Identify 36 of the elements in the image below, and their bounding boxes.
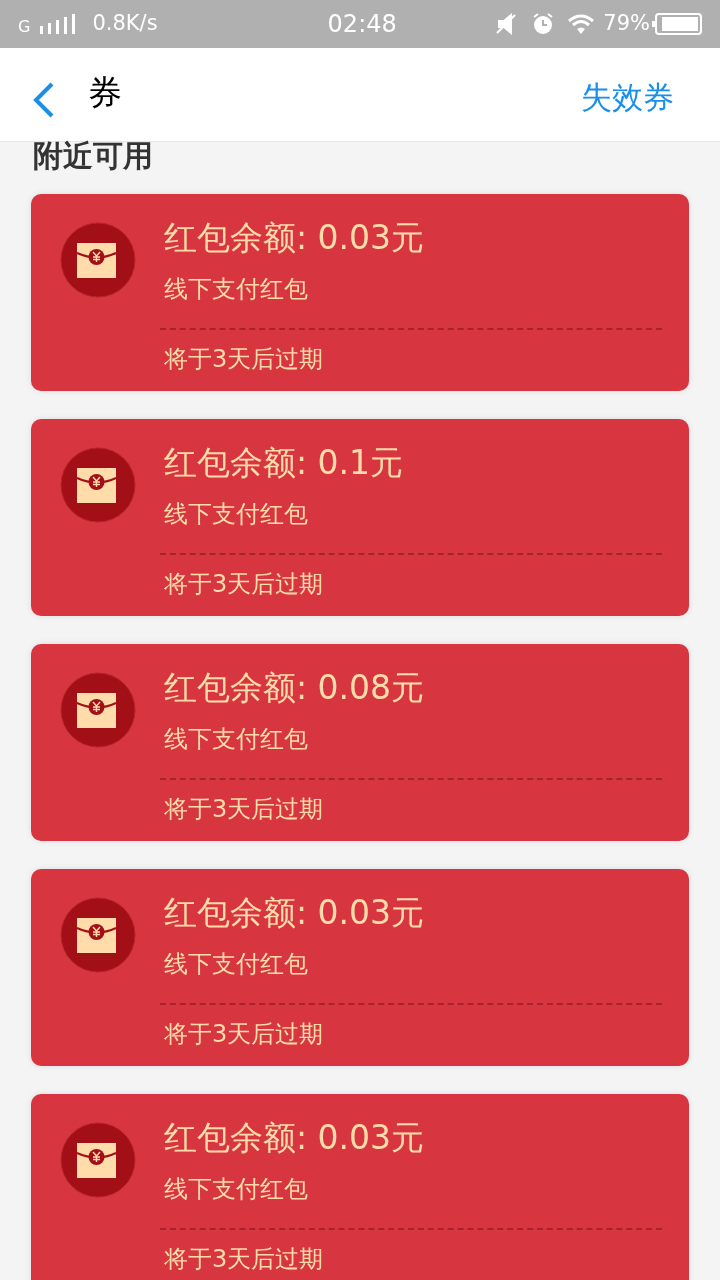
coupon-type: 线下支付红包 (164, 724, 309, 754)
envelope-icon (60, 672, 136, 748)
coupon-type: 线下支付红包 (164, 274, 309, 304)
coupon-amount: 红包余额: 0.08元 (164, 670, 426, 706)
coupon-amount: 红包余额: 0.1元 (164, 445, 405, 481)
coupon-card[interactable]: 红包余额: 0.03元 线下支付红包 将于3天后过期 (31, 194, 689, 391)
section-title: 附近可用 (33, 138, 153, 173)
coupon-card[interactable]: 红包余额: 0.03元 线下支付红包 将于3天后过期 (31, 869, 689, 1066)
coupon-expiry: 将于3天后过期 (164, 1019, 325, 1049)
coupon-expiry: 将于3天后过期 (164, 1244, 325, 1274)
envelope-icon (60, 447, 136, 523)
coupon-card[interactable]: 红包余额: 0.08元 线下支付红包 将于3天后过期 (31, 644, 689, 841)
coupon-amount: 红包余额: 0.03元 (164, 220, 426, 256)
coupon-expiry: 将于3天后过期 (164, 569, 325, 599)
coupon-type: 线下支付红包 (164, 499, 309, 529)
envelope-icon (60, 222, 136, 298)
coupon-card[interactable]: 红包余额: 0.03元 线下支付红包 将于3天后过期 (31, 1094, 689, 1280)
battery-percent: 79% (603, 10, 650, 38)
network-type: G (18, 16, 31, 38)
coupon-card[interactable]: 红包余额: 0.1元 线下支付红包 将于3天后过期 (31, 419, 689, 616)
network-speed: 0.8K/s (92, 10, 158, 38)
wifi-icon (567, 13, 596, 35)
coupon-amount: 红包余额: 0.03元 (164, 1120, 426, 1156)
envelope-icon (60, 1122, 136, 1198)
mute-icon (495, 13, 518, 35)
page-title: 券 (88, 71, 122, 114)
envelope-icon (60, 897, 136, 973)
coupon-expiry: 将于3天后过期 (164, 794, 325, 824)
expired-coupons-link[interactable]: 失效券 (581, 74, 674, 121)
battery-icon (652, 13, 702, 35)
coupon-type: 线下支付红包 (164, 949, 309, 979)
clock: 02:48 (327, 9, 397, 40)
coupon-amount: 红包余额: 0.03元 (164, 895, 426, 931)
coupon-expiry: 将于3天后过期 (164, 344, 325, 374)
signal-icon (40, 14, 77, 34)
coupon-type: 线下支付红包 (164, 1174, 309, 1204)
